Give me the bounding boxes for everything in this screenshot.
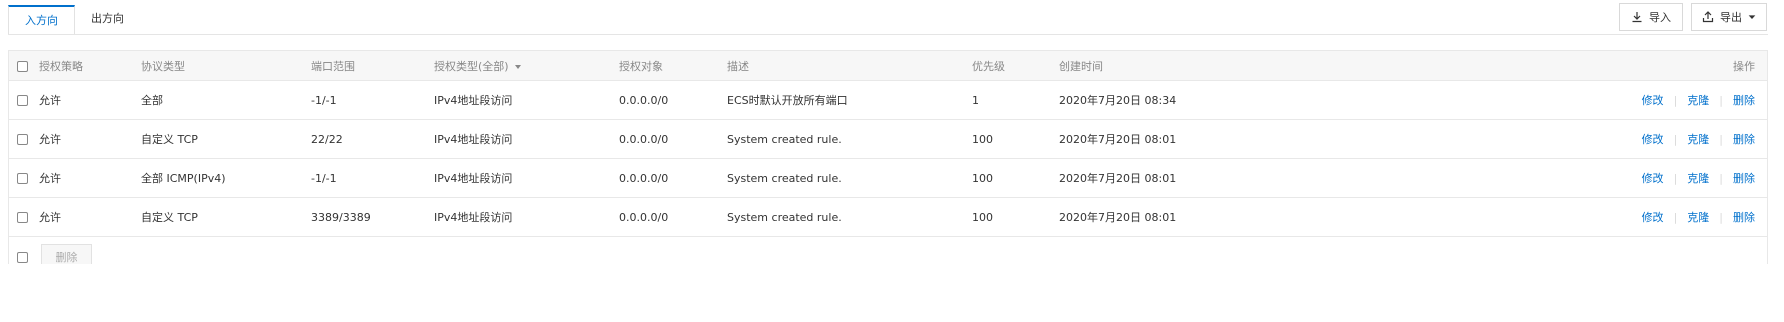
cell-protocol: 自定义 TCP — [141, 133, 198, 146]
col-auth-object: 授权对象 — [619, 59, 663, 73]
col-policy: 授权策略 — [39, 59, 83, 73]
filter-caret-icon[interactable] — [514, 64, 521, 69]
tab-outbound[interactable]: 出方向 — [75, 5, 140, 35]
tab-inbound[interactable]: 入方向 — [8, 5, 75, 35]
cell-description: System created rule. — [727, 210, 842, 224]
footer-select-all-checkbox[interactable] — [17, 252, 28, 263]
cell-priority: 100 — [972, 132, 993, 146]
col-priority: 优先级 — [972, 59, 1005, 73]
delete-link[interactable]: 删除 — [1733, 133, 1755, 146]
cell-auth-type: IPv4地址段访问 — [434, 133, 513, 146]
table-header: 授权策略 协议类型 端口范围 授权类型(全部) 授权对象 描述 优先级 创建时间… — [9, 51, 1767, 81]
col-description: 描述 — [727, 59, 749, 73]
cell-priority: 1 — [972, 93, 979, 107]
cell-auth-type: IPv4地址段访问 — [434, 211, 513, 224]
cell-auth-object: 0.0.0.0/0 — [619, 93, 669, 107]
toolbar: 导入 导出 — [1619, 3, 1767, 31]
delete-link[interactable]: 删除 — [1733, 94, 1755, 107]
col-created: 创建时间 — [1059, 59, 1103, 73]
cell-created: 2020年7月20日 08:01 — [1059, 133, 1177, 146]
cell-port-range: 3389/3389 — [311, 210, 371, 224]
security-rules-table: 授权策略 协议类型 端口范围 授权类型(全部) 授权对象 描述 优先级 创建时间… — [8, 50, 1768, 237]
row-actions: 修改 | 克隆 | 删除 — [1641, 172, 1755, 185]
direction-tabs: 入方向 出方向 — [8, 5, 140, 35]
col-actions: 操作 — [1733, 59, 1755, 73]
import-label: 导入 — [1649, 11, 1671, 24]
clone-link[interactable]: 克隆 — [1687, 94, 1709, 107]
cell-description: System created rule. — [727, 132, 842, 146]
select-all-checkbox[interactable] — [17, 60, 28, 72]
cell-port-range: -1/-1 — [311, 171, 337, 185]
edit-link[interactable]: 修改 — [1642, 211, 1664, 224]
edit-link[interactable]: 修改 — [1642, 133, 1664, 146]
cell-port-range: 22/22 — [311, 132, 343, 146]
cell-policy: 允许 — [39, 172, 61, 185]
cell-auth-type: IPv4地址段访问 — [434, 172, 513, 185]
row-actions: 修改 | 克隆 | 删除 — [1641, 211, 1755, 224]
col-protocol: 协议类型 — [141, 59, 185, 73]
row-checkbox[interactable] — [17, 212, 28, 223]
export-button[interactable]: 导出 — [1691, 3, 1767, 31]
col-auth-type-label: 授权类型(全部) — [434, 59, 509, 73]
cell-description: System created rule. — [727, 171, 842, 185]
edit-link[interactable]: 修改 — [1642, 172, 1664, 185]
row-checkbox[interactable] — [17, 134, 28, 145]
cell-created: 2020年7月20日 08:34 — [1059, 94, 1177, 107]
table-row: 允许 全部 -1/-1 IPv4地址段访问 0.0.0.0/0 ECS时默认开放… — [9, 81, 1767, 120]
table-row: 允许 自定义 TCP 22/22 IPv4地址段访问 0.0.0.0/0 Sys… — [9, 120, 1767, 159]
clone-link[interactable]: 克隆 — [1687, 133, 1709, 146]
cell-policy: 允许 — [39, 133, 61, 146]
cell-auth-object: 0.0.0.0/0 — [619, 132, 669, 146]
upload-icon — [1702, 11, 1714, 23]
export-label: 导出 — [1720, 11, 1742, 24]
row-checkbox[interactable] — [17, 173, 28, 184]
edit-link[interactable]: 修改 — [1642, 94, 1664, 107]
delete-link[interactable]: 删除 — [1733, 211, 1755, 224]
cell-priority: 100 — [972, 210, 993, 224]
cell-protocol: 全部 — [141, 94, 163, 107]
row-actions: 修改 | 克隆 | 删除 — [1641, 133, 1755, 146]
table-footer: 删除 — [8, 234, 1768, 264]
clone-link[interactable]: 克隆 — [1687, 211, 1709, 224]
cell-protocol: 全部 ICMP(IPv4) — [141, 172, 226, 185]
cell-policy: 允许 — [39, 211, 61, 224]
clone-link[interactable]: 克隆 — [1687, 172, 1709, 185]
cell-auth-object: 0.0.0.0/0 — [619, 171, 669, 185]
tab-divider — [8, 34, 1768, 35]
table-row: 允许 自定义 TCP 3389/3389 IPv4地址段访问 0.0.0.0/0… — [9, 198, 1767, 237]
row-checkbox[interactable] — [17, 95, 28, 106]
caret-down-icon — [1748, 15, 1756, 19]
delete-link[interactable]: 删除 — [1733, 172, 1755, 185]
cell-auth-object: 0.0.0.0/0 — [619, 210, 669, 224]
cell-priority: 100 — [972, 171, 993, 185]
table-row: 允许 全部 ICMP(IPv4) -1/-1 IPv4地址段访问 0.0.0.0… — [9, 159, 1767, 198]
cell-port-range: -1/-1 — [311, 93, 337, 107]
col-auth-type[interactable]: 授权类型(全部) — [434, 58, 619, 74]
row-actions: 修改 | 克隆 | 删除 — [1641, 94, 1755, 107]
bulk-delete-button[interactable]: 删除 — [41, 244, 92, 264]
cell-auth-type: IPv4地址段访问 — [434, 94, 513, 107]
import-button[interactable]: 导入 — [1619, 3, 1683, 31]
cell-policy: 允许 — [39, 94, 61, 107]
cell-protocol: 自定义 TCP — [141, 211, 198, 224]
cell-description: ECS时默认开放所有端口 — [727, 94, 848, 107]
cell-created: 2020年7月20日 08:01 — [1059, 172, 1177, 185]
cell-created: 2020年7月20日 08:01 — [1059, 211, 1177, 224]
col-port-range: 端口范围 — [311, 59, 355, 73]
download-icon — [1632, 12, 1642, 23]
